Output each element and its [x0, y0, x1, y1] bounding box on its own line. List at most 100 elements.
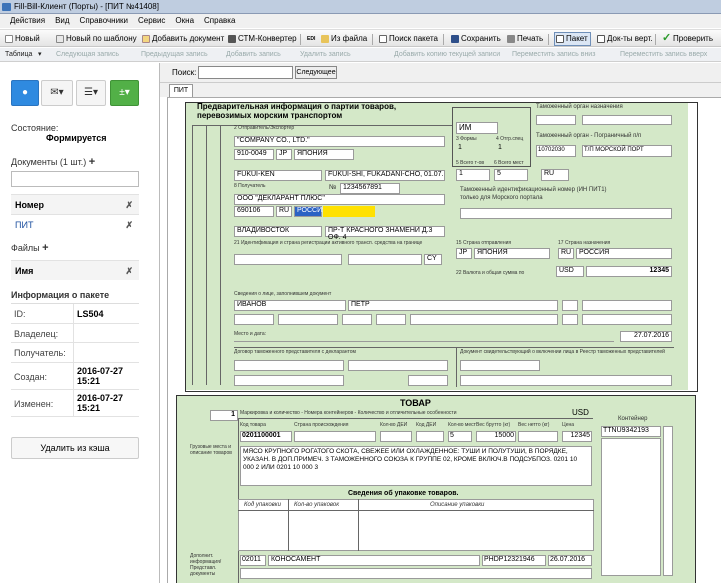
- remove-cache-button[interactable]: Удалить из кэша: [11, 437, 139, 459]
- print-button[interactable]: Печать: [506, 33, 543, 45]
- goods-places-field[interactable]: 5: [448, 431, 472, 442]
- extra-name-field[interactable]: [562, 300, 578, 311]
- border-name[interactable]: Т/П МОРСКОЙ ПОРТ: [582, 145, 672, 157]
- list-dropdown-button[interactable]: ☰▾: [76, 80, 106, 106]
- transport-reg[interactable]: [348, 254, 422, 265]
- transport-id[interactable]: [234, 254, 342, 265]
- doc-series-field[interactable]: [234, 314, 274, 325]
- new-button[interactable]: Новый: [4, 33, 40, 45]
- goods-dei-field[interactable]: [416, 431, 444, 442]
- sender-address[interactable]: FUKUI-SHI, FUKADANI-CHO, 01.07.: [325, 170, 445, 181]
- contract-field-4[interactable]: [408, 375, 448, 386]
- goods-code-field[interactable]: 0201100001: [240, 431, 292, 442]
- receiver-cc[interactable]: RU: [276, 206, 292, 217]
- items-field[interactable]: 1: [456, 169, 490, 181]
- delete-record-button[interactable]: Удалить запись: [300, 48, 351, 62]
- contract-date-field[interactable]: [348, 360, 448, 371]
- goods-description[interactable]: МЯСО КРУПНОГО РОГАТОГО СКОТА, СВЕЖЕЕ ИЛИ…: [240, 446, 592, 486]
- add-record-button[interactable]: Добавить запись: [226, 48, 281, 62]
- customs-dest-code[interactable]: [536, 115, 576, 125]
- info-button[interactable]: ●: [11, 80, 39, 106]
- sender-cc[interactable]: JP: [276, 149, 292, 160]
- container-scrollbar[interactable]: [663, 426, 673, 576]
- extra-name-field-2[interactable]: [582, 300, 672, 311]
- date-field[interactable]: 27.07.2016: [620, 331, 672, 342]
- cy-field[interactable]: CY: [424, 254, 442, 265]
- departure-cc[interactable]: JP: [456, 248, 472, 259]
- documents-filter-input[interactable]: [11, 171, 139, 187]
- cert-field-2[interactable]: [460, 375, 672, 386]
- search-input[interactable]: [198, 66, 293, 79]
- last-name-field[interactable]: ИВАНОВ: [234, 300, 346, 311]
- currency-field[interactable]: USD: [556, 266, 584, 277]
- inn-field[interactable]: [460, 208, 672, 219]
- goods-gross-field[interactable]: 15000: [476, 431, 516, 442]
- transfer-dropdown-button[interactable]: ±▾: [110, 80, 139, 106]
- customs-dest-name[interactable]: [582, 115, 672, 125]
- menu-service[interactable]: Сервис: [133, 14, 170, 28]
- procedure-field[interactable]: ИМ: [456, 122, 498, 134]
- menu-windows[interactable]: Окна: [170, 14, 199, 28]
- doc-code-field[interactable]: [562, 314, 578, 325]
- receiver-postcode[interactable]: 690106: [234, 206, 274, 217]
- destination-country[interactable]: РОССИЯ: [576, 248, 672, 259]
- tab-pit[interactable]: ПИТ: [169, 84, 193, 97]
- add-document-icon[interactable]: +: [89, 156, 95, 168]
- next-record-button[interactable]: Следующая запись: [56, 48, 119, 62]
- check-button[interactable]: ✓ Проверить: [661, 32, 713, 45]
- new-template-button[interactable]: Новый по шаблону: [55, 33, 137, 45]
- copy-record-button[interactable]: Добавить копию текущей записи: [394, 48, 500, 62]
- receiver-country[interactable]: РОССИЯ: [294, 206, 327, 217]
- destination-cc[interactable]: RU: [558, 248, 574, 259]
- save-button[interactable]: Сохранить: [450, 33, 501, 45]
- border-code[interactable]: 10702030: [536, 145, 576, 157]
- doc-extra-field[interactable]: [376, 314, 406, 325]
- delete-icon[interactable]: ✗: [125, 220, 133, 231]
- doc-date-field[interactable]: [342, 314, 372, 325]
- first-name-field[interactable]: ПЕТР: [348, 300, 558, 311]
- doc-code-field2[interactable]: 02011: [240, 555, 266, 566]
- doc-number-field[interactable]: [278, 314, 338, 325]
- sender-country[interactable]: ЯПОНИЯ: [294, 149, 354, 160]
- receiver-address[interactable]: ПР-Т КРАСНОГО ЗНАМЕНИ Д.3 ОФ. 4: [325, 226, 445, 241]
- doc-issuer-field[interactable]: [410, 314, 558, 325]
- next-button[interactable]: Следующее: [295, 66, 337, 79]
- search-package-button[interactable]: Поиск пакета: [378, 33, 438, 45]
- package-toggle[interactable]: Пакет: [554, 32, 591, 46]
- receiver-city[interactable]: ВЛАДИВОСТОК: [234, 226, 322, 237]
- sender-name[interactable]: "COMPANY CO., LTD.": [234, 136, 445, 147]
- contract-number-field[interactable]: [234, 360, 344, 371]
- menu-help[interactable]: Справка: [199, 14, 240, 28]
- menu-view[interactable]: Вид: [50, 14, 74, 28]
- move-up-button[interactable]: Переместить запись вверх: [620, 48, 707, 62]
- doc-date-field2[interactable]: 26.07.2016: [548, 555, 592, 566]
- move-down-button[interactable]: Переместить запись вниз: [512, 48, 595, 62]
- goods-number[interactable]: 1: [210, 410, 238, 421]
- table-menu[interactable]: Таблица: [5, 48, 32, 62]
- sender-postcode[interactable]: 910-0049: [234, 149, 274, 160]
- cert-number-field[interactable]: [460, 360, 540, 371]
- spec-field[interactable]: 1: [496, 144, 528, 154]
- prev-record-button[interactable]: Предыдущая запись: [141, 48, 208, 62]
- clear-icon[interactable]: ✗: [125, 266, 133, 277]
- goods-net-field[interactable]: [518, 431, 558, 442]
- trade-country-field[interactable]: RU: [541, 169, 569, 181]
- sender-city[interactable]: FUKUI-KEN: [234, 170, 322, 181]
- places-field[interactable]: 5: [494, 169, 528, 181]
- container-field[interactable]: TTNU9342193: [601, 426, 661, 437]
- forms-field[interactable]: 1: [456, 144, 492, 154]
- number-field[interactable]: 1234567891: [340, 183, 400, 194]
- doc-number-field2[interactable]: PHDP12321946: [482, 555, 546, 566]
- goods-qty-field[interactable]: [380, 431, 412, 442]
- goods-price-field[interactable]: 12345: [562, 431, 592, 442]
- add-file-icon[interactable]: +: [42, 242, 48, 254]
- mail-dropdown-button[interactable]: ✉▾: [41, 80, 73, 106]
- from-file-button[interactable]: Из файла: [320, 33, 367, 45]
- doc-position-field[interactable]: [582, 314, 672, 325]
- goods-origin-field[interactable]: [294, 431, 376, 442]
- add-document-button[interactable]: Добавить документ: [141, 33, 224, 45]
- menu-references[interactable]: Справочники: [75, 14, 133, 28]
- document-row-pit[interactable]: ПИТ ✗: [11, 214, 139, 234]
- contract-field-3[interactable]: [234, 375, 344, 386]
- total-field[interactable]: 12345: [586, 266, 672, 277]
